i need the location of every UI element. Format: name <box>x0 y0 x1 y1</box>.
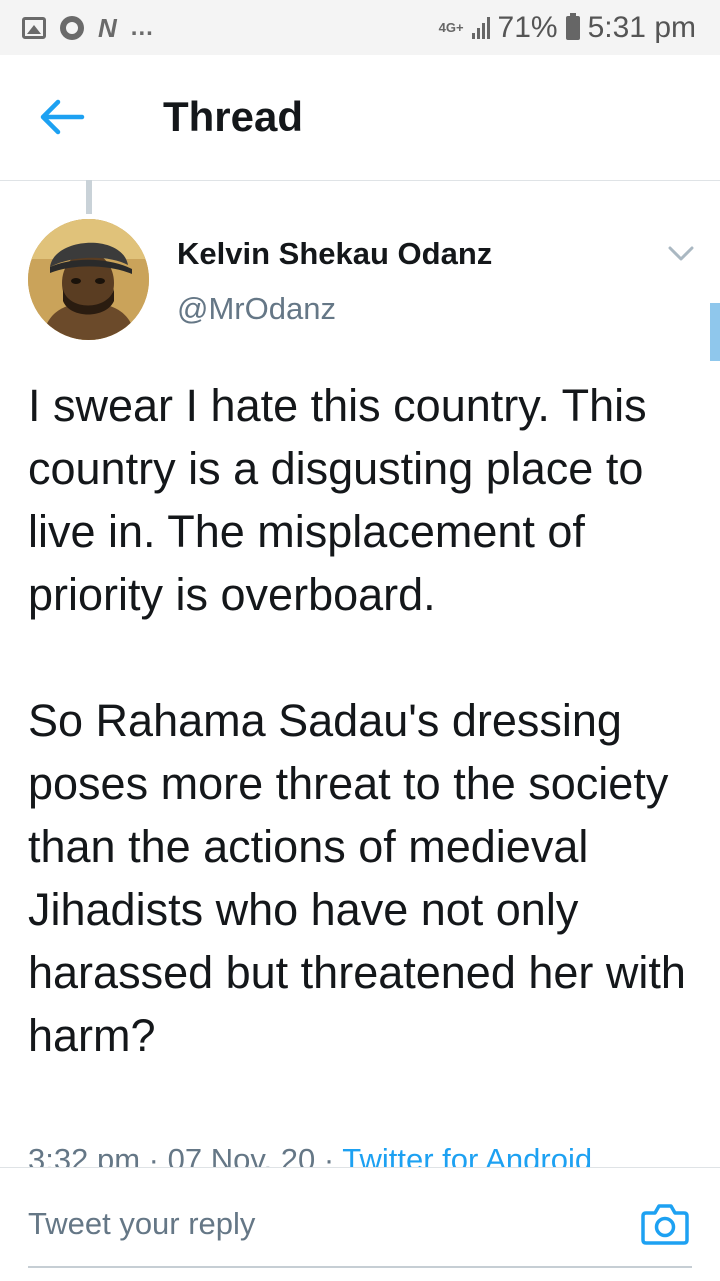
author-name[interactable]: Kelvin Shekau Odanz <box>177 236 492 272</box>
author-handle[interactable]: @MrOdanz <box>177 291 336 327</box>
gallery-icon <box>22 16 46 39</box>
camera-button[interactable] <box>640 1201 690 1247</box>
meta-separator: · <box>148 1142 159 1167</box>
avatar-image <box>28 219 149 340</box>
battery-percent: 71% <box>497 10 558 44</box>
status-bar-right: 4G+ 71% 5:31 pm <box>439 11 696 45</box>
status-bar: N ... 4G+ 71% 5:31 pm <box>0 0 720 55</box>
reply-bar: Tweet your reply <box>0 1167 720 1281</box>
back-button[interactable] <box>36 95 88 139</box>
page-title: Thread <box>163 93 304 140</box>
battery-icon <box>565 12 580 40</box>
status-bar-left: N ... <box>22 14 154 42</box>
tweet-meta: 3:32 pm · 07 Nov. 20 · Twitter for Andro… <box>28 1140 718 1167</box>
avatar[interactable] <box>28 219 149 340</box>
signal-icon <box>471 16 490 39</box>
tweet-meta-line: 3:32 pm · 07 Nov. 20 · Twitter for Andro… <box>28 1140 718 1167</box>
clock: 5:31 pm <box>587 10 696 44</box>
tweet-paragraph-1: I swear I hate this country. This countr… <box>28 380 647 620</box>
arrow-left-icon <box>40 99 85 135</box>
reply-input[interactable]: Tweet your reply <box>28 1206 255 1242</box>
scrollbar-thumb[interactable] <box>710 303 720 361</box>
tweet-paragraph-2: So Rahama Sadau's dressing poses more th… <box>28 695 686 1061</box>
reply-input-underline <box>28 1266 692 1268</box>
more-notifications-indicator: ... <box>130 13 154 41</box>
tweet-time: 3:32 pm <box>28 1142 141 1167</box>
tweet-options-button[interactable] <box>664 236 698 270</box>
network-type: 4G+ <box>438 19 464 35</box>
app-bar: Thread <box>0 55 720 181</box>
circle-app-icon <box>60 15 84 40</box>
tweet-text: I swear I hate this country. This countr… <box>28 374 698 1067</box>
thread-connector-line <box>86 180 92 214</box>
tweet-date: 07 Nov. 20 <box>167 1142 316 1167</box>
n-app-icon: N <box>98 12 117 43</box>
camera-icon <box>641 1204 689 1245</box>
meta-separator: · <box>323 1142 335 1167</box>
tweet-source-link[interactable]: Twitter for Android <box>342 1142 592 1167</box>
chevron-down-icon <box>668 246 694 261</box>
